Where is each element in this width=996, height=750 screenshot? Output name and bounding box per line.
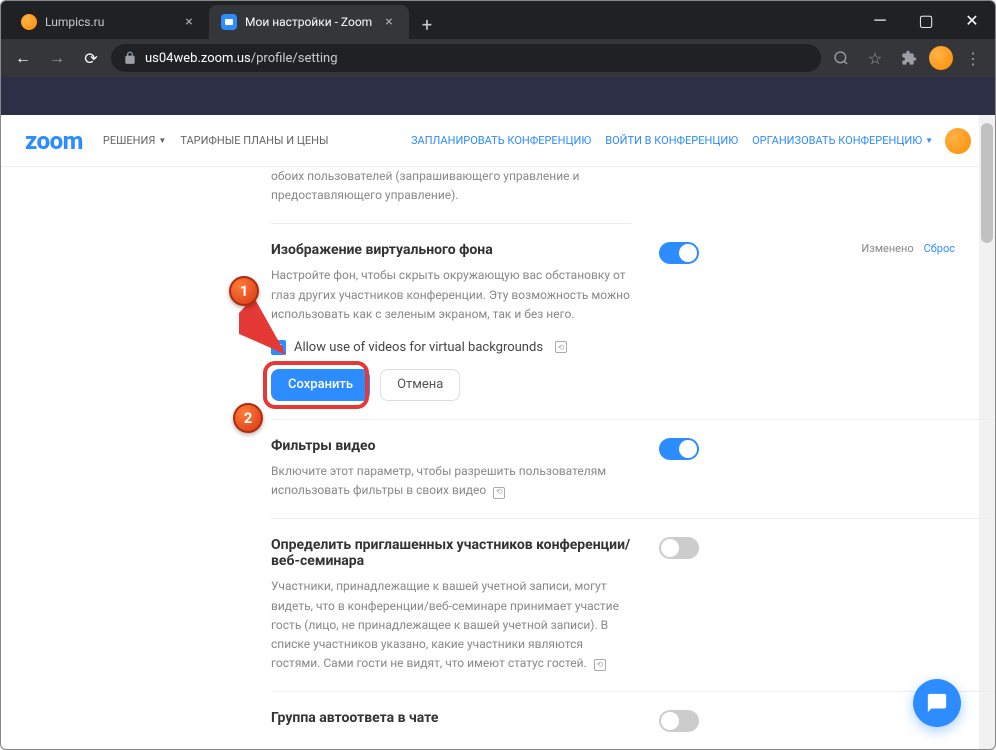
chat-fab-button[interactable] [913,679,961,727]
section-video-filters: Фильтры видео Включите этот параметр, чт… [271,420,995,519]
page-content: zoom РЕШЕНИЯ ▼ ТАРИФНЫЕ ПЛАНЫ И ЦЕНЫ ЗАП… [1,115,995,749]
window-maximize[interactable]: ▢ [903,1,949,39]
vbg-description: Настройте фон, чтобы скрыть окружающую в… [271,266,631,324]
save-button[interactable]: Сохранить [271,369,370,401]
window-minimize[interactable]: ─ [857,1,903,39]
autoreply-toggle[interactable] [659,710,699,732]
reset-link[interactable]: Сброс [924,242,955,255]
filters-title: Фильтры видео [271,438,631,454]
chevron-down-icon: ▼ [925,136,933,145]
zoom-profile-avatar[interactable] [945,128,971,154]
favicon-zoom [221,14,237,30]
browser-titlebar: Lumpics.ru × Мои настройки - Zoom × + ─ … [1,1,995,39]
url-domain: us04web.zoom.us [145,51,251,66]
guests-description: Участники, принадлежащие к вашей учетной… [271,579,619,670]
favicon-lumpics [21,14,37,30]
autoreply-title: Группа автоответа в чате [271,710,631,726]
tab-title: Мои настройки - Zoom [245,15,372,29]
extensions-icon[interactable] [895,44,923,72]
nav-join[interactable]: ВОЙТИ В КОНФЕРЕНЦИЮ [605,134,738,147]
zoom-header: zoom РЕШЕНИЯ ▼ ТАРИФНЫЕ ПЛАНЫ И ЦЕНЫ ЗАП… [1,115,995,167]
changed-label: Изменено [861,242,913,255]
bookmark-icon[interactable]: ☆ [861,44,889,72]
close-tab-icon[interactable]: × [381,14,397,30]
filters-toggle[interactable] [659,438,699,460]
nav-solutions[interactable]: РЕШЕНИЯ ▼ [103,134,166,147]
chat-icon [926,692,948,714]
section-identify-guests: Определить приглашенных участников конфе… [271,519,995,692]
section-autoreply: Группа автоответа в чате [271,692,995,749]
nav-schedule[interactable]: ЗАПЛАНИРОВАТЬ КОНФЕРЕНЦИЮ [411,134,591,147]
nav-back-button[interactable]: ← [9,44,37,72]
guests-toggle[interactable] [659,537,699,559]
info-icon[interactable]: ⟲ [493,487,505,499]
nav-reload-button[interactable]: ⟳ [77,44,105,72]
new-tab-button[interactable]: + [413,11,441,39]
chevron-down-icon: ▼ [158,136,166,145]
zoom-logo[interactable]: zoom [25,127,83,155]
dark-strip [1,77,995,115]
nav-forward-button[interactable]: → [43,44,71,72]
section-virtual-background: Изображение виртуального фона Настройте … [271,224,995,420]
url-path: /profile/setting [251,51,338,66]
info-icon[interactable]: ⟲ [594,659,606,671]
vbg-title: Изображение виртуального фона [271,242,631,258]
vbg-checkbox-label: Allow use of videos for virtual backgrou… [294,340,543,355]
remote-control-desc-tail: обоих пользователей (запрашивающего упра… [271,167,631,224]
reset-icon[interactable]: ⟲ [555,341,567,353]
profile-avatar[interactable] [929,46,953,70]
browser-tab-lumpics[interactable]: Lumpics.ru × [9,5,209,39]
menu-icon[interactable]: ⋮ [959,44,987,72]
guests-title: Определить приглашенных участников конфе… [271,537,631,569]
browser-address-bar: ← → ⟳ us04web.zoom.us/profile/setting ☆ … [1,39,995,77]
vbg-video-checkbox[interactable] [271,340,286,355]
nav-host[interactable]: ОРГАНИЗОВАТЬ КОНФЕРЕНЦИЮ ▼ [752,134,933,147]
vbg-toggle[interactable] [659,242,699,264]
window-close[interactable]: ✕ [949,1,995,39]
filters-description: Включите этот параметр, чтобы разрешить … [271,464,606,497]
search-icon[interactable] [827,44,855,72]
close-tab-icon[interactable]: × [181,14,197,30]
nav-pricing[interactable]: ТАРИФНЫЕ ПЛАНЫ И ЦЕНЫ [180,134,328,147]
cancel-button[interactable]: Отмена [380,369,460,401]
lock-icon [123,51,137,65]
url-field[interactable]: us04web.zoom.us/profile/setting [111,44,821,72]
browser-tab-zoom[interactable]: Мои настройки - Zoom × [209,5,409,39]
tab-title: Lumpics.ru [45,15,104,29]
